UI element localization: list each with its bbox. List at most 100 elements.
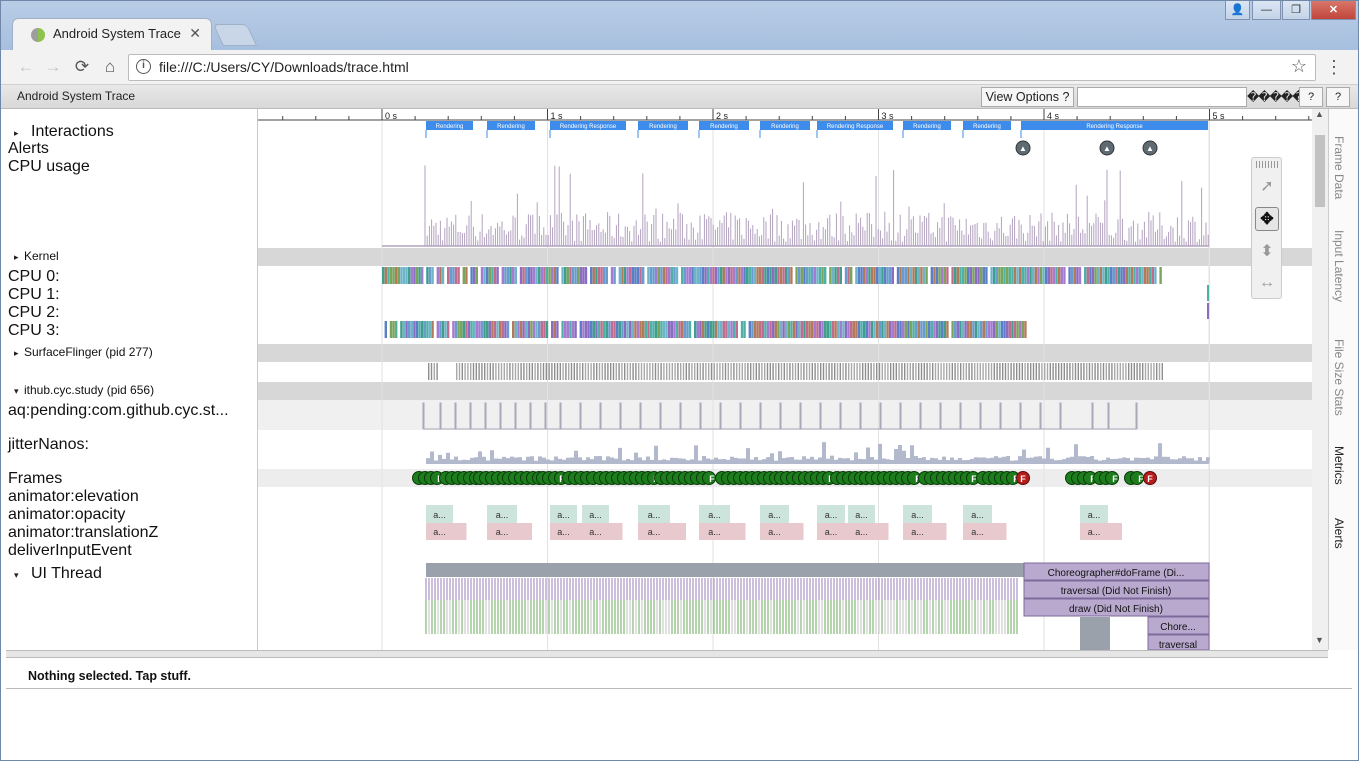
cpu-slice — [584, 321, 588, 338]
app-group-label[interactable]: ithub.cyc.study (pid 656) — [24, 383, 154, 397]
kernel-group-label[interactable]: Kernel — [24, 249, 59, 263]
animator-slice-label: a... — [1088, 510, 1101, 520]
cpu-slice — [787, 321, 790, 338]
cpu-slice — [995, 267, 998, 284]
cpu-slice — [473, 321, 476, 338]
surfaceflinger-slice — [657, 363, 659, 380]
cpu-slice — [642, 321, 645, 338]
cpu-slice — [644, 321, 647, 338]
cpu-slice — [717, 267, 720, 284]
cpu-slice — [857, 321, 861, 338]
side-tab-input-latency[interactable]: Input Latency — [1332, 230, 1346, 302]
cpu-slice — [418, 321, 421, 338]
cpu-slice — [629, 267, 632, 284]
surfaceflinger-slice — [867, 363, 869, 380]
cpu-slice — [564, 267, 567, 284]
animator-slice-label: a... — [825, 510, 838, 520]
surfaceflinger-slice — [475, 363, 477, 380]
zoom-mode-icon[interactable]: ⬍ — [1255, 240, 1279, 264]
cpu-slice — [722, 321, 725, 338]
surfaceflinger-group-label[interactable]: SurfaceFlinger (pid 277) — [24, 345, 153, 359]
side-tab-metrics[interactable]: Metrics — [1332, 446, 1346, 485]
expand-arrow-icon[interactable]: ▾ — [14, 570, 19, 581]
cpu-slice — [722, 267, 725, 284]
surfaceflinger-slice — [825, 363, 827, 380]
cpu-slice — [909, 267, 913, 284]
scroll-down-icon[interactable]: ▼ — [1315, 635, 1324, 645]
cpu-slice — [977, 267, 980, 284]
cpu-slice — [660, 321, 663, 338]
scroll-up-icon[interactable]: ▲ — [1315, 109, 1324, 119]
cpu-slice — [504, 267, 507, 284]
cpu-slice — [701, 321, 705, 338]
side-tab-file-size-stats[interactable]: File Size Stats — [1332, 339, 1346, 416]
surfaceflinger-slice — [895, 363, 897, 380]
expand-arrow-icon[interactable]: ▾ — [14, 386, 19, 397]
cpu-slice — [1000, 267, 1004, 284]
cpu-slice — [1094, 267, 1097, 284]
expand-arrow-icon[interactable]: ▸ — [14, 252, 19, 263]
surfaceflinger-slice — [710, 363, 713, 380]
panel-resize-handle[interactable] — [6, 650, 1328, 658]
surfaceflinger-slice — [797, 363, 799, 380]
surfaceflinger-slice — [965, 363, 967, 380]
surfaceflinger-slice — [1041, 363, 1043, 380]
cpu-slice — [712, 267, 715, 284]
scrollbar-thumb[interactable] — [1315, 135, 1325, 207]
cpu-slice — [868, 321, 871, 338]
timing-mode-icon[interactable]: ↔ — [1255, 271, 1279, 295]
mouse-mode-selector[interactable]: ➚ ✥ ⬍ ↔ — [1251, 157, 1282, 299]
select-mode-icon[interactable]: ➚ — [1255, 175, 1279, 199]
cpu-slice — [655, 321, 658, 338]
cpu-slice — [915, 267, 918, 284]
cpu-slice — [834, 321, 837, 338]
surfaceflinger-slice — [845, 363, 847, 380]
cpu-slice — [844, 267, 848, 284]
cpu-slice — [883, 321, 887, 338]
cpu-slice — [1107, 267, 1110, 284]
cpu-slice — [954, 267, 957, 284]
cpu-slice — [870, 267, 874, 284]
drag-handle-icon[interactable] — [1256, 161, 1278, 168]
vertical-scrollbar[interactable]: ▲ ▼ — [1312, 109, 1328, 650]
cpu-slice — [582, 267, 585, 284]
cpu-slice — [483, 267, 486, 284]
surfaceflinger-slice — [730, 363, 732, 380]
cpu-slice — [946, 267, 949, 284]
cpu-slice — [701, 267, 705, 284]
surfaceflinger-slice — [876, 363, 878, 380]
cpu-slice — [928, 321, 931, 338]
cpu-slice — [969, 321, 972, 338]
side-tab-alerts[interactable]: Alerts — [1332, 518, 1346, 549]
selection-status: Nothing selected. Tap stuff. — [28, 669, 191, 683]
surfaceflinger-slice — [654, 363, 657, 380]
surfaceflinger-slice — [618, 363, 620, 380]
surfaceflinger-slice — [960, 363, 962, 380]
cpu-slice — [751, 267, 754, 284]
cpu-slice — [860, 321, 863, 338]
cpu-slice — [574, 321, 577, 338]
cpu-slice — [772, 267, 775, 284]
animator-slice-label: a... — [1088, 527, 1101, 537]
expand-arrow-icon[interactable]: ▸ — [14, 128, 19, 139]
surfaceflinger-slice — [1046, 363, 1049, 380]
ui-thread-slice — [1080, 617, 1110, 650]
cpu-slice — [746, 267, 749, 284]
surfaceflinger-slice — [915, 363, 917, 380]
pan-mode-icon[interactable]: ✥ — [1255, 207, 1279, 231]
side-tab-frame-data[interactable]: Frame Data — [1332, 136, 1346, 199]
cpu-slice — [847, 321, 850, 338]
cpu-slice — [699, 267, 702, 284]
expand-arrow-icon[interactable]: ▸ — [14, 348, 19, 359]
cpu-slice — [850, 267, 853, 284]
cpu-slice — [964, 267, 967, 284]
ui-thread-label: UI Thread — [31, 565, 102, 582]
interaction-slice-label: Rendering Response — [827, 124, 884, 130]
surfaceflinger-slice — [1100, 363, 1102, 380]
cpu-slice — [501, 267, 504, 284]
surfaceflinger-slice — [598, 363, 601, 380]
cpu-slice — [938, 267, 941, 284]
cpu-slice — [543, 321, 546, 338]
cpu-slice — [621, 321, 624, 338]
cpu-slice — [564, 321, 567, 338]
